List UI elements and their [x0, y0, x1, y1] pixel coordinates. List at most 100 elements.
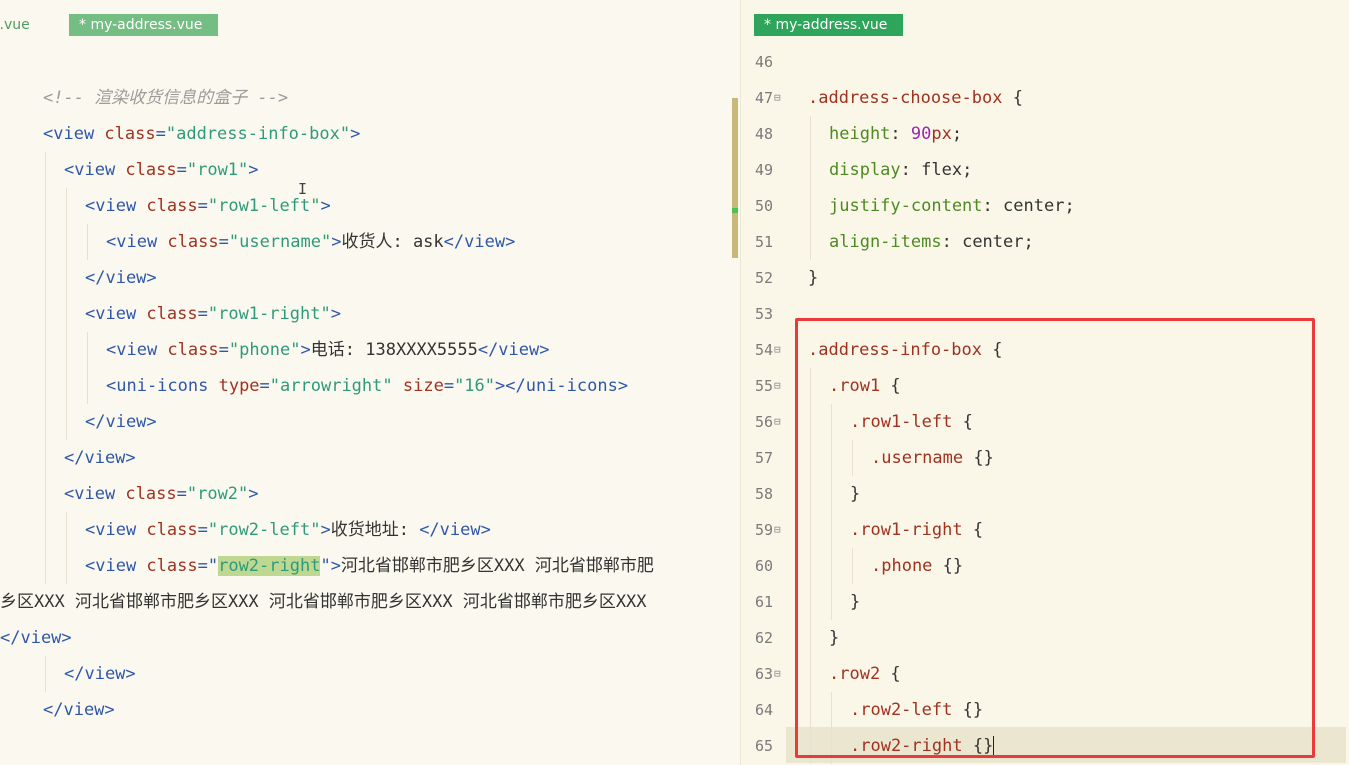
code-token: =: [197, 520, 208, 540]
code-line[interactable]: </view>: [0, 260, 157, 296]
code-token: =: [155, 124, 166, 144]
code-token: =: [197, 196, 208, 216]
code-token: >: [300, 340, 311, 360]
code-token: >: [330, 304, 341, 324]
tab-vue-file[interactable]: t.vue: [0, 14, 30, 36]
indent-guide: [45, 260, 46, 296]
code-token: </view>: [0, 628, 72, 648]
code-token: ;: [1064, 196, 1075, 216]
code-token: <view: [106, 232, 168, 252]
code-line[interactable]: align-items: center;: [741, 224, 1034, 260]
code-line[interactable]: <view class="row2-right">河北省邯郸市肥乡区XXX 河北…: [0, 548, 654, 584]
code-token: ;: [1023, 232, 1034, 252]
code-token: class: [167, 340, 219, 360]
indent-guide: [87, 368, 88, 404]
indent-guide: [66, 512, 67, 548]
code-line[interactable]: <view class="username">收货人: ask</view>: [0, 224, 515, 260]
indent-guide: [810, 152, 811, 188]
code-line[interactable]: <view class="row1-right">: [0, 296, 341, 332]
code-line[interactable]: </view>: [0, 440, 136, 476]
code-token: >: [350, 124, 361, 144]
code-token: <view: [64, 160, 126, 180]
code-token: 电话: 138XXXX5555: [310, 340, 478, 360]
code-token: </view>: [85, 412, 157, 432]
code-line[interactable]: <view class="row2-left">收货地址: </view>: [0, 512, 491, 548]
code-token: px: [931, 124, 952, 144]
indent-guide: [66, 368, 67, 404]
code-token: height: [829, 124, 891, 144]
left-tab-bar: t.vue * my-address.vue: [0, 0, 740, 40]
code-token: row2-right: [218, 556, 321, 576]
code-token: <view: [64, 484, 126, 504]
code-token: "row1-right": [207, 304, 331, 324]
code-token: display: [829, 160, 901, 180]
indent-guide: [45, 404, 46, 440]
code-token: class: [146, 304, 198, 324]
code-line[interactable]: <view class="phone">电话: 138XXXX5555</vie…: [0, 332, 549, 368]
indent-guide: [66, 404, 67, 440]
tab-my-address-left[interactable]: * my-address.vue: [69, 14, 218, 36]
code-line[interactable]: <view class="row1">: [0, 152, 259, 188]
indent-guide: [45, 188, 46, 224]
code-token: "row2-left": [207, 520, 321, 540]
text-cursor-icon: I: [298, 180, 308, 198]
scrollbar-thumb[interactable]: [732, 98, 738, 258]
code-token: "row1-left": [207, 196, 321, 216]
code-token: ></uni-icons>: [495, 376, 629, 396]
code-token: >: [320, 196, 331, 216]
code-line[interactable]: <view class="address-info-box">: [0, 116, 360, 152]
code-token: :: [900, 160, 922, 180]
left-editor-pane: t.vue * my-address.vue <!-- 渲染收货信息的盒子 --…: [0, 0, 740, 765]
indent-guide: [45, 476, 46, 512]
code-line[interactable]: .address-choose-box {: [741, 80, 1023, 116]
code-line[interactable]: }: [741, 620, 839, 656]
code-token: class: [104, 124, 156, 144]
code-token: =": [197, 556, 219, 576]
code-token: <view: [106, 340, 168, 360]
scrollbar-change-marker: [732, 208, 738, 213]
code-token: 乡区XXX 河北省邯郸市肥乡区XXX 河北省邯郸市肥乡区XXX 河北省邯郸市肥乡…: [0, 592, 647, 612]
indent-guide: [45, 296, 46, 332]
tab-my-address-right[interactable]: * my-address.vue: [754, 14, 903, 36]
code-line[interactable]: }: [741, 260, 818, 296]
code-token: class: [125, 160, 177, 180]
code-token: ;: [962, 160, 973, 180]
code-line[interactable]: <view class="row2">: [0, 476, 259, 512]
code-token: type: [218, 376, 260, 396]
code-token: ">: [320, 556, 341, 576]
code-line[interactable]: </view>: [0, 692, 115, 728]
indent-guide: [45, 548, 46, 584]
indent-guide: [87, 332, 88, 368]
code-line[interactable]: <!-- 渲染收货信息的盒子 -->: [0, 80, 288, 116]
code-token: class: [146, 196, 198, 216]
code-token: "arrowright": [269, 376, 403, 396]
indent-guide: [45, 368, 46, 404]
code-token: =: [443, 376, 455, 396]
indent-guide: [45, 224, 46, 260]
code-token: </view>: [64, 448, 136, 468]
indent-guide: [810, 224, 811, 260]
indent-guide: [45, 152, 46, 188]
code-line[interactable]: height: 90px;: [741, 116, 962, 152]
code-token: 收货人: ask: [341, 232, 444, 252]
code-line[interactable]: </view>: [0, 656, 136, 692]
indent-guide: [45, 656, 46, 692]
code-line[interactable]: </view>: [0, 620, 72, 656]
indent-guide: [66, 548, 67, 584]
code-line[interactable]: }: [741, 476, 860, 512]
code-line[interactable]: }: [741, 584, 860, 620]
indent-guide: [66, 260, 67, 296]
code-line[interactable]: justify-content: center;: [741, 188, 1075, 224]
code-token: .address-choose-box: [808, 88, 1013, 108]
code-token: :: [941, 232, 963, 252]
code-line[interactable]: </view>: [0, 404, 157, 440]
code-token: class: [146, 556, 198, 576]
code-token: 河北省邯郸市肥乡区XXX 河北省邯郸市肥: [340, 556, 654, 576]
indent-guide: [45, 332, 46, 368]
code-line[interactable]: <view class="row1-left">: [0, 188, 331, 224]
code-line[interactable]: 乡区XXX 河北省邯郸市肥乡区XXX 河北省邯郸市肥乡区XXX 河北省邯郸市肥乡…: [0, 584, 647, 620]
code-line[interactable]: <uni-icons type="arrowright" size="16"><…: [0, 368, 628, 404]
code-line[interactable]: display: flex;: [741, 152, 972, 188]
code-token: </view>: [477, 340, 550, 360]
code-token: =: [218, 232, 229, 252]
